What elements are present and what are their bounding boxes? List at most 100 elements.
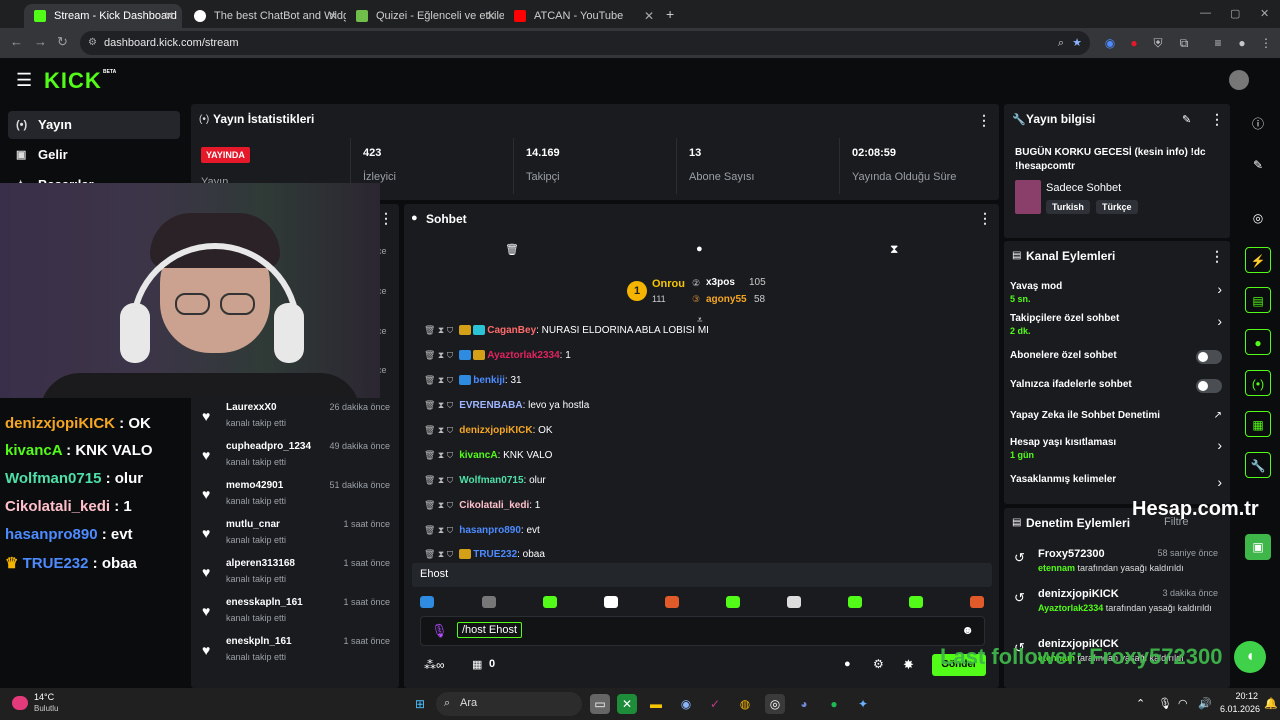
task-view-icon[interactable]: ▭	[590, 694, 610, 714]
message-tools-icon[interactable]: 🗑 ⧗ ⛉	[424, 400, 453, 410]
emote-icon[interactable]	[420, 596, 434, 608]
follower-name[interactable]: memo42901	[226, 480, 283, 491]
lightning-icon[interactable]: ⚡	[1245, 247, 1271, 273]
reading-list-icon[interactable]: ≡	[1210, 35, 1226, 51]
spotify-icon[interactable]: ●	[824, 694, 844, 714]
message-tools-icon[interactable]: 🗑 ⧗ ⛉	[424, 475, 453, 485]
volume-icon[interactable]: 🔊	[1198, 697, 1212, 710]
mic-icon[interactable]: 🎙	[1158, 697, 1172, 710]
puzzle-icon[interactable]: ✸	[903, 657, 914, 673]
emote-icon[interactable]	[970, 596, 984, 608]
tray-chevron-icon[interactable]: ⌃	[1136, 697, 1145, 710]
file-explorer-icon[interactable]: ▬	[646, 694, 666, 714]
chevron-right-icon[interactable]: ›	[1217, 437, 1222, 453]
message-tools-icon[interactable]: 🗑 ⧗ ⛉	[424, 549, 453, 559]
forward-icon[interactable]: →	[34, 34, 47, 49]
stream-info-menu-icon[interactable]: ⋮	[1210, 111, 1224, 128]
new-tab-button[interactable]: +	[666, 6, 674, 22]
obs-icon[interactable]: ◎	[765, 694, 785, 714]
chat-username[interactable]: Cikolatali_kedi	[459, 500, 529, 511]
bookmark-star-icon[interactable]: ★	[1072, 31, 1082, 55]
follower-name[interactable]: cupheadpro_1234	[226, 441, 311, 452]
message-tools-icon[interactable]: 🗑 ⧗ ⛉	[424, 425, 453, 435]
url-bar[interactable]: ⚙ dashboard.kick.com/stream ⌕ ★	[80, 31, 1090, 55]
moderator-name[interactable]: Ayaztorlak2334	[1038, 603, 1103, 613]
chevron-right-icon[interactable]: ›	[1217, 281, 1222, 297]
channel-actions-menu-icon[interactable]: ⋮	[1210, 248, 1224, 265]
chat-username[interactable]: TRUE232	[473, 549, 517, 560]
hourglass-icon[interactable]: ⧗	[890, 242, 898, 257]
chat-settings-icon[interactable]: ●	[844, 658, 851, 670]
follows-menu-icon[interactable]: ⋮	[379, 210, 393, 227]
menu-dots-icon[interactable]: ⋮	[1258, 35, 1274, 51]
wifi-icon[interactable]: ◠	[1178, 697, 1188, 710]
sidebar-item-gelir[interactable]: ▣ Gelir	[8, 141, 180, 169]
edit-pencil-icon[interactable]: ✎	[1182, 113, 1191, 126]
follower-name[interactable]: eneskpln_161	[226, 636, 292, 647]
moderated-user[interactable]: denizxjopiKICK	[1038, 588, 1119, 600]
close-tab-icon[interactable]: ✕	[644, 4, 654, 28]
category-name[interactable]: Sadece Sohbet	[1046, 182, 1121, 194]
account-age-row[interactable]: Hesap yaşı kısıtlaması 1 gün ›	[1010, 437, 1222, 463]
trash-icon[interactable]: 🗑	[505, 243, 519, 256]
emote-icon[interactable]	[543, 596, 557, 608]
chrome-icon[interactable]: ◍	[735, 694, 755, 714]
chat-username[interactable]: Wolfman0715	[459, 475, 523, 486]
follower-name[interactable]: LaurexxX0	[226, 402, 277, 413]
chat-username[interactable]: Ayaztorlak2334	[487, 350, 559, 361]
emote-icon[interactable]	[848, 596, 862, 608]
camera-icon[interactable]: ◎	[1245, 205, 1271, 231]
steam-icon[interactable]: ◉	[676, 694, 696, 714]
message-tools-icon[interactable]: 🗑 ⧗ ⛉	[424, 500, 453, 510]
emote-icon[interactable]	[726, 596, 740, 608]
clipboard-icon[interactable]: ▤	[1245, 287, 1271, 313]
tab-quizei[interactable]: Quizei - Eğlenceli ve etkileşimli ✕	[346, 4, 504, 28]
youtube-extension-icon[interactable]: ●	[1126, 35, 1142, 51]
close-tab-icon[interactable]: ✕	[328, 4, 338, 28]
chat-username[interactable]: denizxjopiKICK	[459, 425, 532, 436]
chat-icon[interactable]: ●	[1245, 329, 1271, 355]
chevron-right-icon[interactable]: ›	[1217, 313, 1222, 329]
subscriber-only-toggle[interactable]	[1196, 350, 1222, 364]
chat-username[interactable]: CaganBey	[487, 325, 536, 336]
wrench-icon[interactable]: 🔧	[1245, 452, 1271, 478]
moderator-name[interactable]: etennam	[1038, 563, 1075, 573]
follower-name[interactable]: alperen313168	[226, 558, 295, 569]
tab-chatbot[interactable]: The best ChatBot and Widgets ✕	[184, 4, 346, 28]
notification-bell-icon[interactable]: 🔔	[1264, 697, 1278, 710]
close-tab-icon[interactable]: ✕	[164, 4, 174, 28]
autocomplete-suggestion[interactable]: Ehost	[412, 563, 992, 587]
follower-name[interactable]: mutlu_cnar	[226, 519, 280, 530]
chat-input[interactable]: 🎙 /host Ehost ☻	[420, 616, 985, 646]
message-tools-icon[interactable]: 🗑 ⧗ ⛉	[424, 525, 453, 535]
stats-menu-icon[interactable]: ⋮	[977, 112, 991, 129]
search-input[interactable]: ⌕ Ara	[436, 692, 582, 716]
avatar[interactable]	[1229, 70, 1249, 90]
ai-moderation-row[interactable]: Yapay Zeka ile Sohbet Denetimi ↗	[1010, 410, 1222, 426]
clock-date[interactable]: 6.01.2026	[1214, 704, 1260, 714]
follower-only-row[interactable]: Takipçilere özel sohbet 2 dk. ›	[1010, 313, 1222, 339]
tab-kick-dashboard[interactable]: Stream - Kick Dashboard ✕	[24, 4, 182, 28]
emoji-icon[interactable]: ☻	[961, 623, 974, 637]
emote-icon[interactable]	[665, 596, 679, 608]
app-icon[interactable]: ▣	[1245, 534, 1271, 560]
message-tools-icon[interactable]: 🗑 ⧗ ⛉	[424, 375, 453, 385]
emote-icon[interactable]	[482, 596, 496, 608]
slow-mode-row[interactable]: Yavaş mod 5 sn. ›	[1010, 281, 1222, 307]
banned-words-row[interactable]: Yasaklanmış kelimeler ›	[1010, 474, 1222, 490]
info-icon[interactable]: ⓘ	[1245, 111, 1271, 137]
close-tab-icon[interactable]: ✕	[486, 4, 496, 28]
emote-icon[interactable]	[787, 596, 801, 608]
tab-youtube[interactable]: ATCAN - YouTube ✕	[504, 4, 662, 28]
external-link-icon[interactable]: ↗	[1214, 410, 1222, 421]
clock-time[interactable]: 20:12	[1222, 691, 1258, 701]
chat-username[interactable]: hasanpro890	[459, 525, 521, 536]
site-info-icon[interactable]: ⚙	[88, 31, 97, 55]
chat-username[interactable]: benkiji	[473, 375, 505, 386]
windows-start-icon[interactable]: ⊞	[410, 694, 430, 714]
zoom-icon[interactable]: ⌕	[1058, 31, 1064, 55]
message-tools-icon[interactable]: 🗑 ⧗ ⛉	[424, 350, 453, 360]
close-window-icon[interactable]: ✕	[1260, 7, 1269, 20]
follower-name[interactable]: enesskapln_161	[226, 597, 303, 608]
puzzle-icon[interactable]: ⧉	[1176, 35, 1192, 51]
